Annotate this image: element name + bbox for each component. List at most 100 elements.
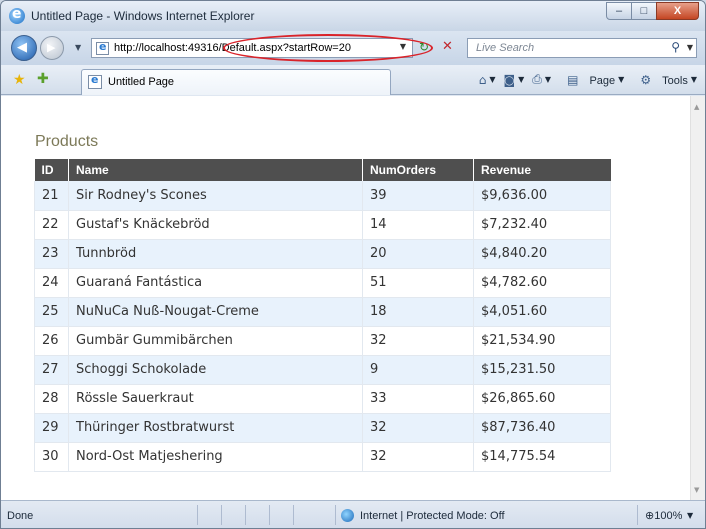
cell-revenue: $26,865.60 bbox=[473, 384, 611, 414]
home-dropdown-icon[interactable]: ▼ bbox=[489, 75, 495, 84]
tab-untitled-page[interactable]: Untitled Page bbox=[81, 69, 391, 95]
cell-numorders: 32 bbox=[362, 326, 474, 356]
table-header-row: ID Name NumOrders Revenue bbox=[34, 159, 611, 181]
favorites-star-icon[interactable]: ★ bbox=[13, 72, 26, 88]
table-row: 23 Tunnbröd 20 $4,840.20 bbox=[34, 239, 611, 269]
cell-id: 22 bbox=[34, 210, 69, 240]
add-favorites-icon[interactable]: ✚ bbox=[37, 71, 49, 87]
cell-revenue: $15,231.50 bbox=[473, 355, 611, 385]
status-bar: Done Internet | Protected Mode: Off ⊕100… bbox=[1, 500, 705, 528]
status-divider bbox=[269, 505, 270, 525]
security-zone[interactable]: Internet | Protected Mode: Off bbox=[360, 510, 505, 522]
page-menu-icon: ▤ bbox=[567, 72, 579, 87]
cell-numorders: 39 bbox=[362, 181, 474, 211]
window-controls: – □ X bbox=[606, 2, 699, 20]
cell-revenue: $9,636.00 bbox=[473, 181, 611, 211]
cell-numorders: 32 bbox=[362, 442, 474, 472]
column-header-numorders: NumOrders bbox=[362, 159, 474, 181]
zoom-icon: ⊕ bbox=[645, 510, 655, 522]
column-header-id: ID bbox=[34, 159, 69, 181]
scroll-up-icon[interactable]: ▲ bbox=[694, 103, 699, 111]
window-title: Untitled Page - Windows Internet Explore… bbox=[31, 9, 255, 23]
tools-menu[interactable]: ⚙ Tools bbox=[632, 73, 688, 87]
cell-name: Thüringer Rostbratwurst bbox=[68, 413, 363, 443]
zoom-dropdown-icon[interactable]: ▼ bbox=[687, 511, 693, 520]
cell-numorders: 14 bbox=[362, 210, 474, 240]
zoom-level[interactable]: ⊕100% bbox=[645, 509, 682, 522]
search-icon[interactable]: ⚲ bbox=[671, 40, 680, 54]
page-menu-label: Page bbox=[589, 74, 616, 87]
annotation-ellipse bbox=[223, 34, 433, 62]
cell-name: NuNuCa Nuß-Nougat-Creme bbox=[68, 297, 363, 327]
tools-menu-label: Tools bbox=[662, 74, 688, 87]
cell-name: Gumbär Gummibärchen bbox=[68, 326, 363, 356]
cell-revenue: $87,736.40 bbox=[473, 413, 611, 443]
cell-revenue: $4,782.60 bbox=[473, 268, 611, 298]
globe-icon bbox=[341, 509, 354, 522]
zoom-value: 100% bbox=[654, 510, 683, 522]
status-divider bbox=[221, 505, 222, 525]
cell-id: 25 bbox=[34, 297, 69, 327]
status-text: Done bbox=[7, 510, 34, 522]
table-row: 30 Nord-Ost Matjeshering 32 $14,775.54 bbox=[34, 442, 611, 472]
browser-window: Untitled Page - Windows Internet Explore… bbox=[0, 0, 706, 529]
print-icon[interactable]: ⎙ bbox=[532, 72, 542, 87]
cell-id: 23 bbox=[34, 239, 69, 269]
search-box[interactable]: Live Search ⚲ ▼ bbox=[467, 38, 697, 58]
cell-revenue: $4,051.60 bbox=[473, 297, 611, 327]
address-toolbar: ▼ http://localhost:49316/Default.aspx?st… bbox=[1, 31, 705, 65]
cell-name: Gustaf's Knäckebröd bbox=[68, 210, 363, 240]
maximize-button[interactable]: □ bbox=[631, 2, 657, 20]
tab-toolbar: ★ ✚ Untitled Page ⌂▼ ◙▼ ⎙▼ ▤ Page▼ ⚙ Too… bbox=[1, 65, 705, 95]
column-header-revenue: Revenue bbox=[473, 159, 611, 181]
stop-icon[interactable]: ✕ bbox=[442, 39, 453, 54]
ie-logo-icon bbox=[9, 6, 25, 24]
feeds-icon[interactable]: ◙ bbox=[503, 73, 515, 87]
cell-id: 28 bbox=[34, 384, 69, 414]
cell-numorders: 9 bbox=[362, 355, 474, 385]
page-menu[interactable]: ▤ Page bbox=[559, 73, 615, 87]
close-button[interactable]: X bbox=[656, 2, 699, 20]
table-row: 27 Schoggi Schokolade 9 $15,231.50 bbox=[34, 355, 611, 385]
back-button[interactable] bbox=[11, 35, 37, 61]
status-divider bbox=[245, 505, 246, 525]
history-dropdown-icon[interactable]: ▼ bbox=[75, 43, 81, 52]
search-placeholder: Live Search bbox=[476, 42, 535, 54]
refresh-icon[interactable]: ↻ bbox=[419, 40, 429, 54]
table-row: 21 Sir Rodney's Scones 39 $9,636.00 bbox=[34, 181, 611, 211]
cell-id: 27 bbox=[34, 355, 69, 385]
cell-id: 21 bbox=[34, 181, 69, 211]
minimize-button[interactable]: – bbox=[606, 2, 632, 20]
page-content: Products ID Name NumOrders Revenue 21 Sir… bbox=[1, 96, 690, 500]
print-dropdown-icon[interactable]: ▼ bbox=[545, 75, 551, 84]
cell-revenue: $14,775.54 bbox=[473, 442, 611, 472]
vertical-scrollbar[interactable]: ▲ ▼ bbox=[690, 96, 705, 500]
gear-icon: ⚙ bbox=[640, 72, 652, 87]
cell-name: Guaraná Fantástica bbox=[68, 268, 363, 298]
cell-numorders: 51 bbox=[362, 268, 474, 298]
status-divider bbox=[335, 505, 336, 525]
command-bar: ⌂ ▼ ◙ ▼ ⎙ ▼ ▤ Page ▼ ⚙ Tools ▼ bbox=[471, 72, 697, 87]
table-row: 25 NuNuCa Nuß-Nougat-Creme 18 $4,051.60 bbox=[34, 297, 611, 327]
table-row: 28 Rössle Sauerkraut 33 $26,865.60 bbox=[34, 384, 611, 414]
search-dropdown-icon[interactable]: ▼ bbox=[687, 43, 693, 52]
home-icon[interactable]: ⌂ bbox=[479, 73, 487, 87]
tab-label: Untitled Page bbox=[108, 76, 175, 88]
table-row: 22 Gustaf's Knäckebröd 14 $7,232.40 bbox=[34, 210, 611, 240]
cell-id: 24 bbox=[34, 268, 69, 298]
forward-button[interactable] bbox=[40, 36, 64, 60]
feeds-dropdown-icon[interactable]: ▼ bbox=[518, 75, 524, 84]
cell-revenue: $21,534.90 bbox=[473, 326, 611, 356]
tools-dropdown-icon[interactable]: ▼ bbox=[691, 75, 697, 84]
cell-name: Schoggi Schokolade bbox=[68, 355, 363, 385]
scroll-down-icon[interactable]: ▼ bbox=[694, 486, 699, 494]
table-row: 24 Guaraná Fantástica 51 $4,782.60 bbox=[34, 268, 611, 298]
cell-id: 30 bbox=[34, 442, 69, 472]
cell-id: 26 bbox=[34, 326, 69, 356]
status-divider bbox=[637, 505, 638, 525]
cell-revenue: $4,840.20 bbox=[473, 239, 611, 269]
page-icon bbox=[96, 40, 109, 55]
status-divider bbox=[197, 505, 198, 525]
page-dropdown-icon[interactable]: ▼ bbox=[618, 75, 624, 84]
table-row: 26 Gumbär Gummibärchen 32 $21,534.90 bbox=[34, 326, 611, 356]
